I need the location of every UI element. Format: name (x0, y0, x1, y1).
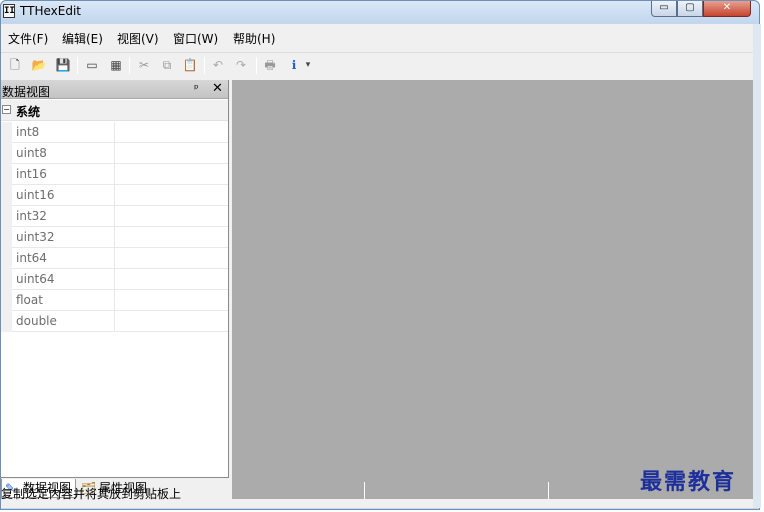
property-row[interactable]: uint64 (1, 269, 228, 290)
chevron-down-icon[interactable]: ▾ (303, 56, 313, 74)
close-icon[interactable]: ✕ (212, 81, 223, 96)
panel-title: 数据视图 (2, 85, 51, 99)
status-separator (548, 482, 549, 500)
print-icon[interactable]: 🖶 (261, 56, 279, 74)
toolbar-separator (256, 57, 257, 74)
menu-bar: 文件(F) 编辑(E) 视图(V) 窗口(W) 帮助(H) (1, 28, 753, 50)
property-group[interactable]: − 系统 (1, 100, 228, 121)
panel-header: 数据视图 ᵖ ✕ (1, 80, 228, 99)
property-value[interactable] (114, 290, 115, 311)
property-row[interactable]: uint16 (1, 185, 228, 206)
app-icon[interactable]: II (3, 4, 15, 18)
menu-help[interactable]: 帮助(H) (233, 32, 275, 46)
property-row[interactable]: double (1, 311, 228, 332)
property-name: int32 (16, 209, 47, 223)
property-value[interactable] (114, 164, 115, 185)
property-name: int8 (16, 125, 40, 139)
property-value[interactable] (114, 311, 115, 332)
property-name: float (16, 293, 43, 307)
property-name: double (16, 314, 57, 328)
property-name: uint64 (16, 272, 55, 286)
property-value[interactable] (114, 206, 115, 227)
property-row[interactable]: uint8 (1, 143, 228, 164)
toolbar-separator (129, 57, 130, 74)
maximize-button[interactable]: ▢ (677, 1, 703, 17)
toolbar-separator (77, 57, 78, 74)
status-separator (364, 482, 365, 500)
toolbar: 🗋 📂 💾 ▭ ▦ ✂ ⧉ 📋 ↶ ↷ 🖶 ℹ ▾ (1, 52, 753, 78)
new-file-icon[interactable]: 🗋 (6, 56, 24, 74)
property-name: int64 (16, 251, 47, 265)
property-value[interactable] (114, 143, 115, 164)
property-row[interactable]: uint32 (1, 227, 228, 248)
client-area: 文件(F) 编辑(E) 视图(V) 窗口(W) 帮助(H) 🗋 📂 💾 ▭ ▦ … (1, 24, 753, 508)
property-grid: int8 uint8 int16 uint16 int32 uint32 int… (1, 122, 228, 332)
property-name: uint32 (16, 230, 55, 244)
about-icon[interactable]: ℹ (285, 56, 303, 74)
toolbar-separator (204, 57, 205, 74)
undo-icon[interactable]: ↶ (209, 56, 227, 74)
property-row[interactable]: int64 (1, 248, 228, 269)
menu-window[interactable]: 窗口(W) (173, 32, 218, 46)
property-value[interactable] (114, 248, 115, 269)
close-window-button[interactable]: ✕ (703, 1, 751, 17)
property-row[interactable]: int8 (1, 122, 228, 143)
title-bar[interactable]: II TTHexEdit ▭ ▢ ✕ (1, 1, 759, 23)
property-value[interactable] (114, 185, 115, 206)
property-value[interactable] (114, 122, 115, 143)
property-value[interactable] (114, 227, 115, 248)
property-name: int16 (16, 167, 47, 181)
mdi-workspace[interactable] (232, 80, 753, 499)
property-row[interactable]: int16 (1, 164, 228, 185)
copy-icon[interactable]: ⧉ (158, 56, 176, 74)
group-label: 系统 (16, 105, 41, 119)
window-border (753, 24, 761, 508)
redo-icon[interactable]: ↷ (232, 56, 250, 74)
watermark-logo: 最需教育 (640, 469, 737, 495)
collapse-icon[interactable]: − (2, 105, 11, 114)
property-row[interactable]: int32 (1, 206, 228, 227)
open-folder-icon[interactable]: 📂 (30, 56, 48, 74)
menu-edit[interactable]: 编辑(E) (62, 32, 103, 46)
status-text: 复制选定内容并将其放到剪贴板上 (1, 487, 182, 501)
minimize-button[interactable]: ▭ (651, 1, 677, 17)
property-value[interactable] (114, 269, 115, 290)
menu-file[interactable]: 文件(F) (8, 32, 48, 46)
memory-icon[interactable]: ▦ (107, 56, 125, 74)
property-row[interactable]: float (1, 290, 228, 311)
window-title: TTHexEdit (20, 4, 81, 18)
menu-view[interactable]: 视图(V) (117, 32, 159, 46)
app-window: II TTHexEdit ▭ ▢ ✕ 文件(F) 编辑(E) 视图(V) 窗口(… (0, 0, 761, 510)
cut-icon[interactable]: ✂ (135, 56, 153, 74)
property-name: uint16 (16, 188, 55, 202)
save-icon[interactable]: 💾 (54, 56, 72, 74)
pin-icon[interactable]: ᵖ (194, 82, 199, 95)
property-name: uint8 (16, 146, 47, 160)
data-view-panel: 数据视图 ᵖ ✕ − 系统 int8 uint8 int16 uint16 in… (1, 80, 229, 478)
disk-icon[interactable]: ▭ (83, 56, 101, 74)
paste-icon[interactable]: 📋 (181, 56, 199, 74)
